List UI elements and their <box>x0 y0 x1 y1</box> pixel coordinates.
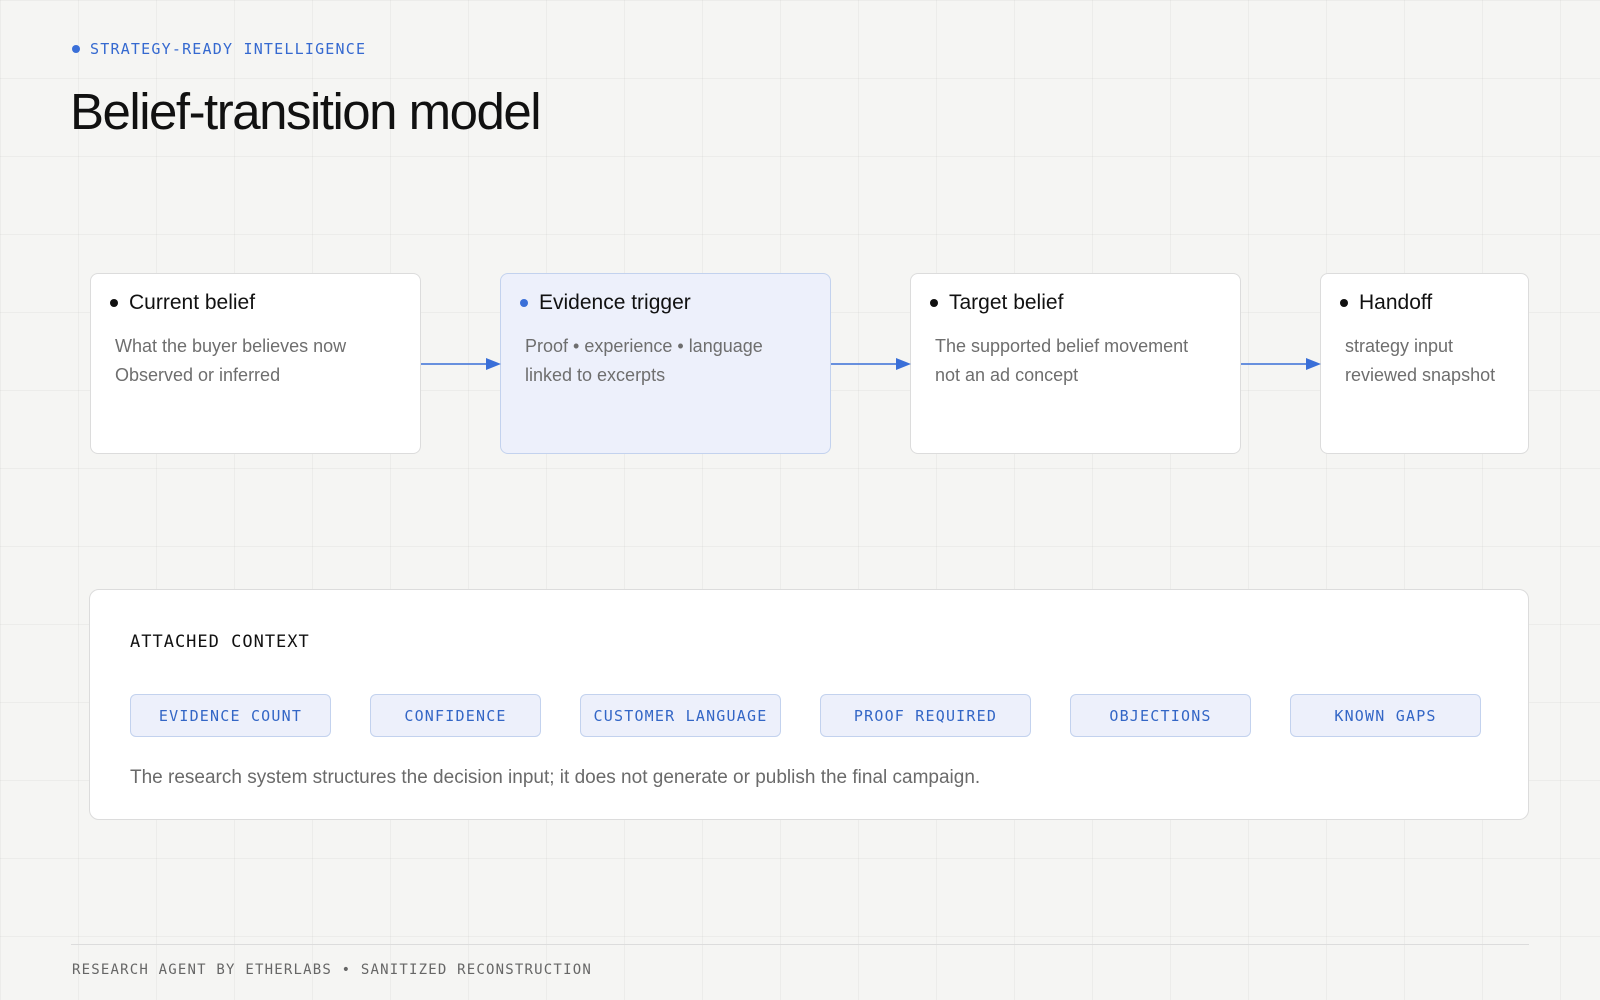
footer-divider <box>71 944 1529 945</box>
footer-credit: RESEARCH AGENT BY ETHERLABS • SANITIZED … <box>72 962 592 978</box>
tag-customer-language: CUSTOMER LANGUAGE <box>580 694 781 737</box>
arrow-right-icon <box>831 358 911 370</box>
context-note: The research system structures the decis… <box>130 767 981 788</box>
arrow-right-icon <box>1241 358 1321 370</box>
attached-context-panel: ATTACHED CONTEXT EVIDENCE COUNT CONFIDEN… <box>89 589 1529 820</box>
context-heading: ATTACHED CONTEXT <box>130 632 310 652</box>
tag-confidence: CONFIDENCE <box>370 694 541 737</box>
tag-proof-required: PROOF REQUIRED <box>820 694 1031 737</box>
tag-objections: OBJECTIONS <box>1070 694 1251 737</box>
tag-evidence-count: EVIDENCE COUNT <box>130 694 331 737</box>
arrow-right-icon <box>421 358 501 370</box>
tag-known-gaps: KNOWN GAPS <box>1290 694 1481 737</box>
flow-connectors <box>421 358 1321 370</box>
